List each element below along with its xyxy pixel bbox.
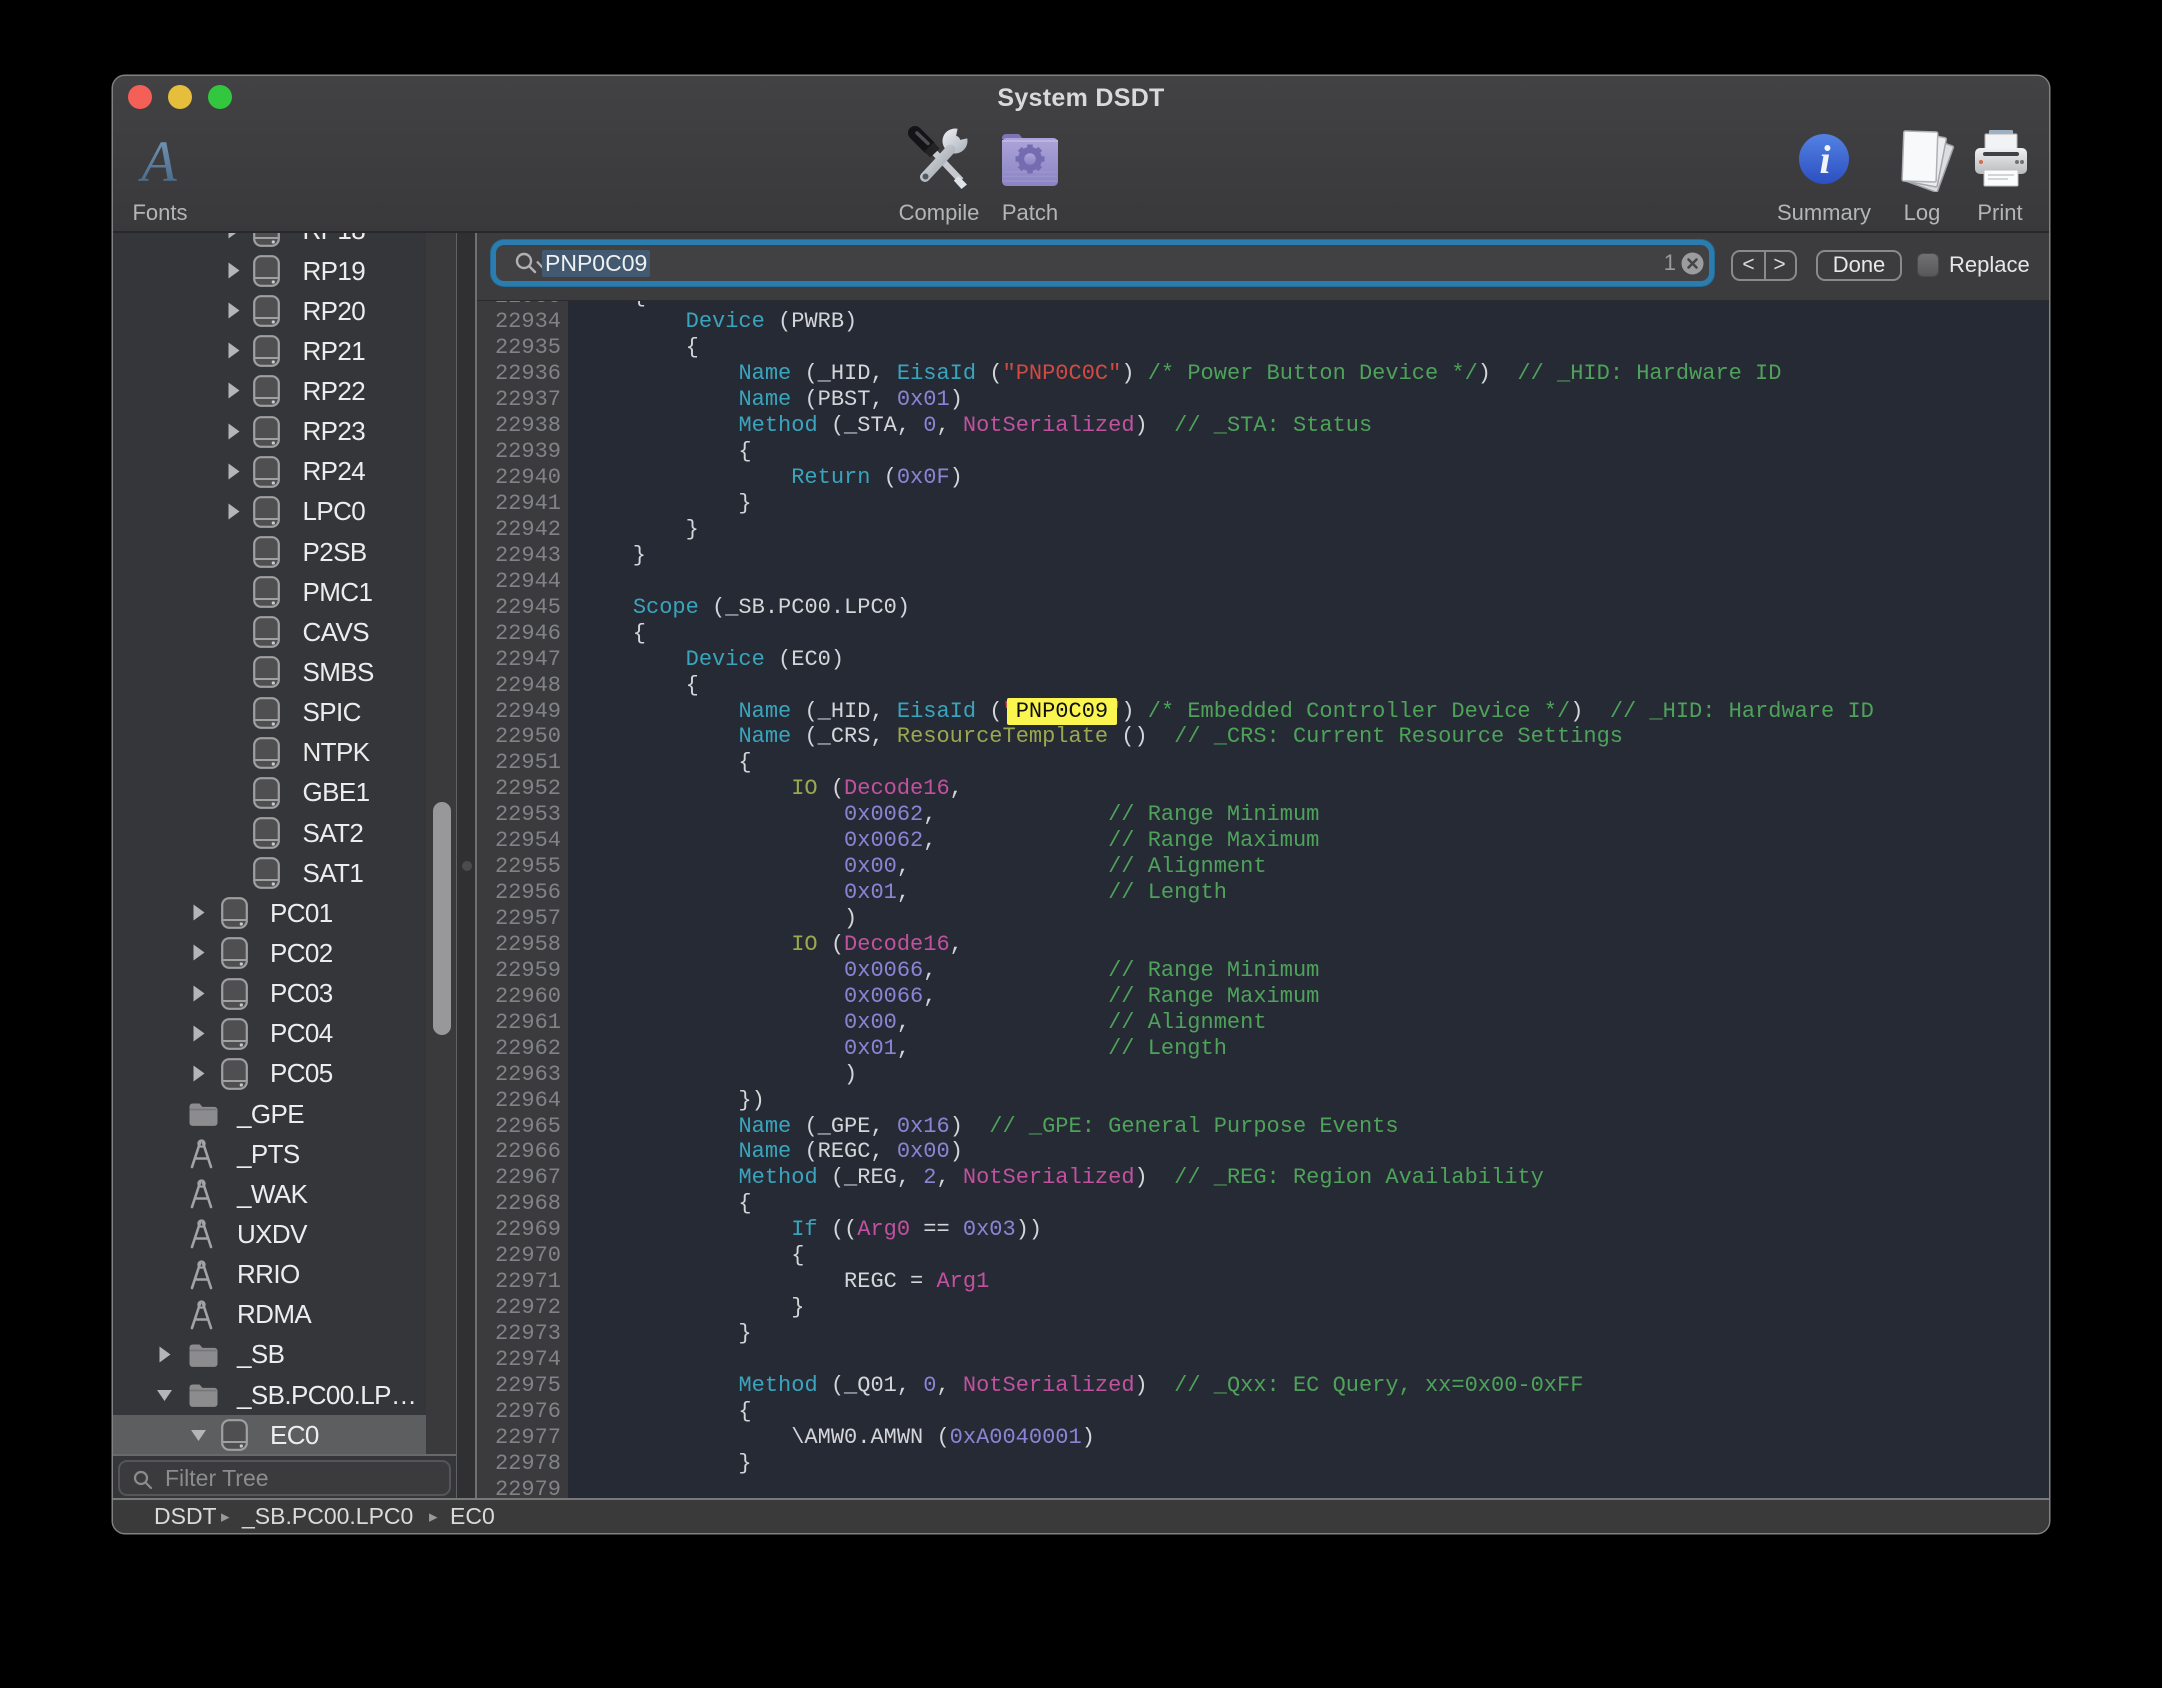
svg-text:A: A — [137, 134, 177, 190]
svg-text:i: i — [1819, 137, 1830, 182]
